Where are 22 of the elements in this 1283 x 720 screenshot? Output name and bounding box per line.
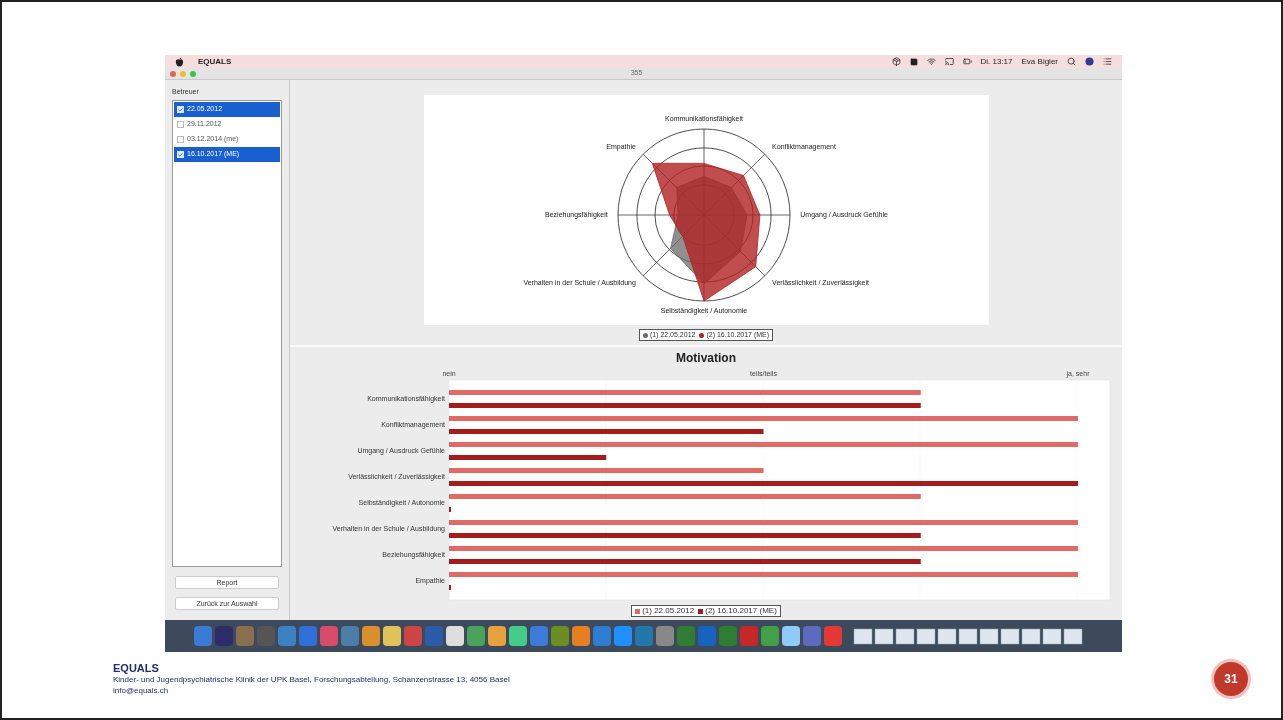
app-name: EQUALS [198, 55, 232, 68]
apple-logo-icon [175, 56, 184, 67]
wifi-icon[interactable] [926, 57, 936, 66]
battery-icon[interactable] [962, 57, 972, 66]
user-name[interactable]: Eva Bigler [1021, 55, 1058, 68]
footer-email[interactable]: info@equals.ch [113, 684, 510, 696]
display-icon[interactable] [944, 57, 954, 66]
footer-org: EQUALS [113, 662, 160, 674]
checkbox[interactable] [177, 121, 184, 128]
list-icon[interactable] [1103, 57, 1112, 66]
search-icon[interactable] [1067, 57, 1076, 66]
checkbox[interactable] [177, 136, 184, 143]
clock: Di. 13:17 [980, 55, 1013, 68]
square-icon[interactable] [909, 57, 918, 66]
box-icon[interactable] [891, 57, 901, 66]
legend-label: (2) 16.10.2017 (ME) [705, 605, 777, 617]
chart-title: Motivation [676, 350, 736, 367]
close-button[interactable] [170, 70, 176, 77]
page-number-badge: 31 [1211, 659, 1251, 699]
circle-icon[interactable] [1085, 57, 1094, 66]
legend-label: (1) 22.05.2012 [642, 605, 695, 617]
footer-address: Kinder- und Jugendpsychiatrische Klinik der UPK Basel, Forschungsabteilung, Schanzenstrasse 13, 4056 Basel [113, 674, 510, 685]
